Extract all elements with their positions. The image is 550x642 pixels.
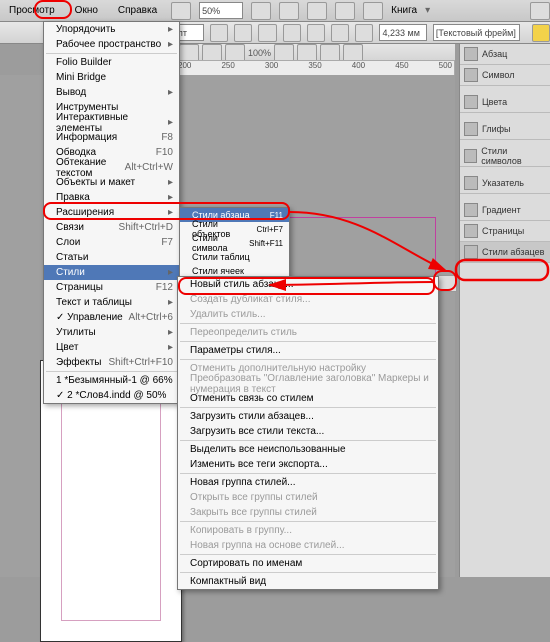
control-icon[interactable] — [234, 24, 252, 42]
paragraph-styles-panel-menu[interactable]: Новый стиль абзаца...Создать дубликат ст… — [177, 276, 439, 590]
panel-icon — [464, 203, 478, 217]
menu-item[interactable]: Стили символаShift+F11 — [180, 236, 289, 250]
side-panel-item[interactable]: Градиент — [460, 200, 550, 221]
toolbar-icon[interactable] — [307, 2, 327, 20]
menu-item[interactable]: Folio Builder — [44, 55, 179, 70]
panel-icon — [464, 122, 478, 136]
panel-icon — [464, 176, 478, 190]
menu-item[interactable]: ✓ 2 *Слов4.indd @ 50% — [44, 388, 179, 403]
menu-item[interactable]: Mini Bridge — [44, 70, 179, 85]
menu-item[interactable]: Загрузить стили абзацев... — [178, 409, 438, 424]
zoom-field[interactable]: 50% — [199, 2, 243, 19]
menu-item[interactable]: Загрузить все стили текста... — [178, 424, 438, 439]
menu-item[interactable]: Вывод▸ — [44, 85, 179, 100]
mm-field[interactable]: 4,233 мм — [379, 24, 426, 41]
menu-item[interactable]: Новый стиль абзаца... — [178, 277, 438, 292]
menu-window[interactable]: Окно — [69, 3, 104, 18]
side-panel-item[interactable]: Символ — [460, 65, 550, 86]
side-panel-item[interactable]: Стили абзацев — [460, 242, 550, 263]
menu-item[interactable]: Новая группа стилей... — [178, 475, 438, 490]
toolbar-icon[interactable] — [251, 2, 271, 20]
control-icon[interactable] — [258, 24, 276, 42]
window-menu[interactable]: Упорядочить▸Рабочее пространство▸ Folio B… — [43, 21, 180, 404]
menu-item: Удалить стиль... — [178, 307, 438, 322]
menu-item[interactable]: Обтекание текстомAlt+Ctrl+W — [44, 160, 179, 175]
side-panel-item[interactable]: Глифы — [460, 119, 550, 140]
control-icon[interactable] — [355, 24, 373, 42]
menu-item[interactable]: Рабочее пространство▸ — [44, 37, 179, 52]
toolbar-icon[interactable] — [279, 2, 299, 20]
menu-item[interactable]: Интерактивные элементы▸ — [44, 115, 179, 130]
menu-item: Закрыть все группы стилей — [178, 505, 438, 520]
menu-item[interactable]: ЭффектыShift+Ctrl+F10 — [44, 355, 179, 370]
menu-view[interactable]: Просмотр — [3, 3, 61, 18]
control-icon[interactable] — [307, 24, 325, 42]
menu-item[interactable]: СлоиF7 — [44, 235, 179, 250]
toolbar-icon[interactable] — [363, 2, 383, 20]
search-icon[interactable] — [530, 2, 550, 20]
menu-item: Открыть все группы стилей — [178, 490, 438, 505]
menu-item[interactable]: Цвет▸ — [44, 340, 179, 355]
menu-item[interactable]: Текст и таблицы▸ — [44, 295, 179, 310]
panel-icon — [464, 245, 478, 259]
menu-item: Преобразовать "Оглавление заголовка" Мар… — [178, 376, 438, 391]
menu-item: Переопределить стиль — [178, 325, 438, 340]
menu-item[interactable]: Правка▸ — [44, 190, 179, 205]
side-panel-item[interactable]: Цвета — [460, 92, 550, 113]
book-label: Книга — [391, 5, 417, 16]
side-panel-item[interactable]: Указатель — [460, 173, 550, 194]
side-panel-item[interactable]: Абзац — [460, 44, 550, 65]
panel-menu-button[interactable] — [437, 275, 457, 292]
menu-item[interactable]: СвязиShift+Ctrl+D — [44, 220, 179, 235]
menu-item[interactable]: Упорядочить▸ — [44, 22, 179, 37]
menu-item[interactable]: Сортировать по именам — [178, 556, 438, 571]
control-icon[interactable] — [331, 24, 349, 42]
menu-item[interactable]: Расширения▸ — [44, 205, 179, 220]
page-margin — [61, 381, 161, 621]
panel-icon — [464, 68, 478, 82]
menu-item[interactable]: Утилиты▸ — [44, 325, 179, 340]
menubar: Просмотр Окно Справка 50% Книга ▾ — [0, 0, 550, 22]
menu-item[interactable]: Стили таблиц — [180, 250, 289, 264]
menu-item[interactable]: Стили▸ — [44, 265, 179, 280]
side-panel: АбзацСимвол Цвета Глифы Стили символов Указа… — [459, 44, 550, 577]
menu-item[interactable]: Изменить все теги экспорта... — [178, 457, 438, 472]
objtype-field[interactable]: [Текстовый фрейм] — [433, 24, 520, 41]
menu-item[interactable]: Объекты и макет▸ — [44, 175, 179, 190]
flash-icon[interactable] — [532, 24, 550, 42]
toolbar-icon[interactable] — [171, 2, 191, 20]
menu-item[interactable]: 1 *Безымянный-1 @ 66% — [44, 373, 179, 388]
control-icon[interactable] — [210, 24, 228, 42]
menu-item: Копировать в группу... — [178, 523, 438, 538]
panel-icon — [464, 224, 478, 238]
panel-icon — [464, 47, 478, 61]
side-panel-item[interactable]: Стили символов — [460, 146, 550, 167]
menu-item[interactable]: Выделить все неиспользованные — [178, 442, 438, 457]
panel-icon — [464, 95, 478, 109]
toolbar-icon[interactable] — [335, 2, 355, 20]
menu-item[interactable]: Статьи — [44, 250, 179, 265]
horizontal-ruler: 200250 300350 400450 500 — [175, 60, 455, 76]
menu-item[interactable]: ✓ УправлениеAlt+Ctrl+6 — [44, 310, 179, 325]
menu-item[interactable]: СтраницыF12 — [44, 280, 179, 295]
control-icon[interactable] — [283, 24, 301, 42]
menu-item[interactable]: Компактный вид — [178, 574, 438, 589]
menu-help[interactable]: Справка — [112, 3, 163, 18]
menu-item[interactable]: Параметры стиля... — [178, 343, 438, 358]
side-panel-item[interactable]: Страницы — [460, 221, 550, 242]
panel-icon — [464, 149, 477, 163]
menu-item: Новая группа на основе стилей... — [178, 538, 438, 553]
menu-item: Создать дубликат стиля... — [178, 292, 438, 307]
